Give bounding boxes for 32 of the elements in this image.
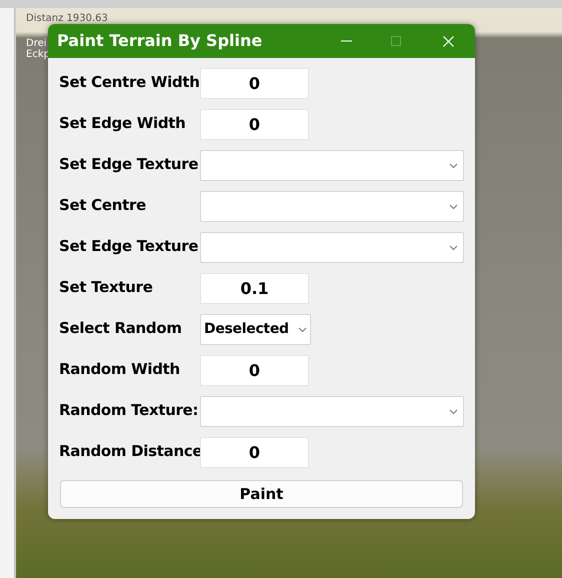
field-label: Select Random	[59, 318, 183, 339]
dropdown-field[interactable]	[200, 232, 464, 263]
field-label: Random Width	[59, 359, 181, 380]
number-field[interactable]: 0	[200, 355, 309, 386]
minimize-icon	[340, 40, 352, 42]
dropdown-field[interactable]	[200, 396, 464, 427]
maximize-icon	[391, 36, 401, 46]
chevron-down-icon	[449, 162, 458, 168]
chevron-down-icon	[449, 244, 458, 250]
overlay-text: Drei	[26, 38, 47, 49]
dropdown-field[interactable]: Deselected	[200, 314, 311, 345]
chevron-down-icon	[449, 408, 458, 414]
close-icon	[442, 36, 454, 46]
field-label: Random Distance	[59, 441, 200, 462]
number-field[interactable]: 0	[200, 109, 309, 140]
field-label: Random Texture:	[59, 400, 200, 421]
chevron-down-icon	[449, 204, 458, 210]
overlay-text: Distanz 1930.63	[26, 13, 108, 24]
field-label: Set Texture	[59, 277, 154, 298]
chevron-down-icon	[298, 326, 307, 332]
field-label: Set Edge Width	[59, 113, 187, 134]
dropdown-field[interactable]	[200, 150, 464, 181]
paint-button[interactable]: Paint	[60, 480, 463, 508]
number-field[interactable]: 0	[200, 68, 309, 99]
field-label: Set Edge Texture	[59, 236, 200, 257]
window-title: Paint Terrain By Spline	[57, 30, 264, 52]
field-label: Set Centre Width	[59, 72, 200, 93]
number-field[interactable]: 0	[200, 437, 309, 468]
dropdown-field[interactable]	[200, 191, 464, 222]
number-field[interactable]: 0.1	[200, 273, 309, 304]
field-label: Set Edge Texture	[59, 154, 200, 175]
field-label: Set Centre	[59, 195, 147, 216]
